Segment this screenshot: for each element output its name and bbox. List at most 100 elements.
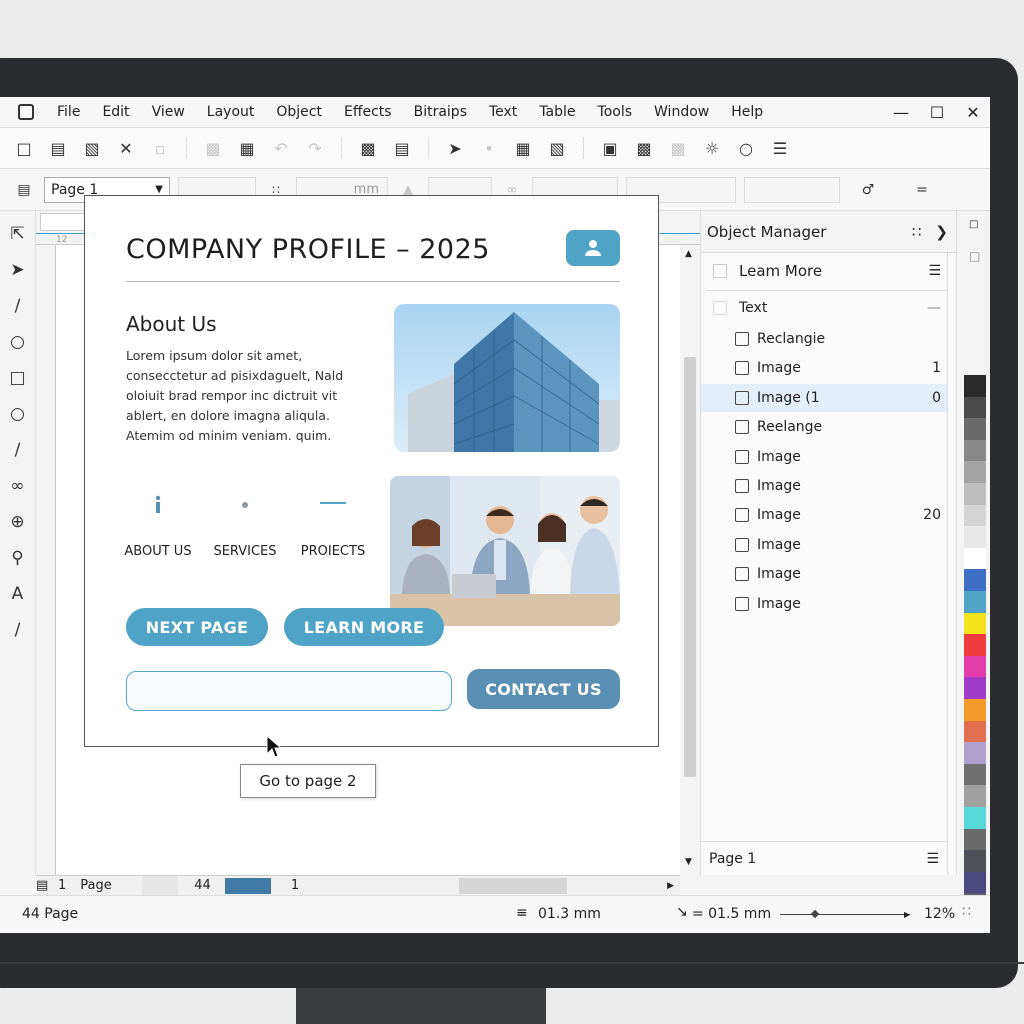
pointer-tool-icon[interactable]: ➤ — [443, 136, 467, 160]
page-tab-current[interactable]: Page — [80, 878, 142, 893]
scroll-right-icon[interactable]: ▶ — [667, 881, 674, 891]
list-icon[interactable]: ☰ — [768, 136, 792, 160]
zoom-level[interactable]: 12% — [924, 906, 955, 922]
chevron-right-icon[interactable]: ❯ — [935, 223, 948, 241]
text-tool-icon[interactable]: A — [5, 581, 31, 607]
palette-swatch[interactable] — [964, 591, 986, 613]
scrollbar-thumb[interactable] — [684, 357, 696, 777]
gender-icon[interactable]: ♂ — [856, 178, 880, 202]
palette-swatch[interactable] — [964, 483, 986, 505]
zoom-slider[interactable]: ▶ — [780, 909, 910, 919]
profile-badge[interactable] — [566, 230, 620, 266]
menu-effects[interactable]: Effects — [333, 104, 403, 120]
about-heading[interactable]: About Us — [126, 312, 217, 336]
about-us-tile[interactable] — [126, 479, 190, 531]
vertical-scrollbar[interactable]: ▲ ▼ — [680, 245, 700, 875]
line-tool-icon[interactable]: ∕ — [5, 617, 31, 643]
object-row[interactable]: Image — [701, 443, 947, 471]
object-row[interactable]: Image — [701, 531, 947, 559]
palette-swatch[interactable] — [964, 547, 986, 570]
layer-menu-icon[interactable]: ☰ — [928, 263, 941, 279]
palette-swatch[interactable] — [964, 850, 986, 873]
learn-more-button[interactable]: LEARN MORE — [284, 608, 444, 646]
scroll-down-icon[interactable]: ▼ — [685, 857, 692, 867]
palette-swatch[interactable] — [964, 569, 986, 592]
object-row[interactable]: Reelange — [701, 413, 947, 441]
menu-help[interactable]: Help — [720, 104, 774, 120]
menu-layout[interactable]: Layout — [196, 104, 266, 120]
object-row[interactable]: Image 20 — [701, 501, 947, 529]
projects-label[interactable]: PROIECTS — [288, 544, 378, 559]
services-label[interactable]: SERVICES — [200, 544, 290, 559]
undo-icon[interactable]: ↶ — [269, 136, 293, 160]
paste-special-icon[interactable]: ▦ — [235, 136, 259, 160]
menu-window[interactable]: Window — [643, 104, 720, 120]
export-icon[interactable]: ▤ — [390, 136, 414, 160]
paste-icon[interactable]: ▩ — [201, 136, 225, 160]
eyedropper-tool-icon[interactable]: ⊕ — [5, 509, 31, 535]
import-icon[interactable]: ▩ — [356, 136, 380, 160]
menu-file[interactable]: File — [46, 104, 91, 120]
palette-swatch[interactable] — [964, 461, 986, 484]
pen-tool-icon[interactable]: ∕ — [5, 437, 31, 463]
ellipse-tool-icon[interactable]: ○ — [5, 329, 31, 355]
menu-view[interactable]: View — [141, 104, 196, 120]
layer-row[interactable]: Leam More ☰ — [701, 257, 947, 285]
zoom-slider-handle[interactable] — [810, 909, 820, 919]
table-icon[interactable]: ▧ — [545, 136, 569, 160]
open-folder-icon[interactable]: ▤ — [46, 136, 70, 160]
palette-swatch[interactable] — [964, 439, 986, 462]
palette-swatch[interactable] — [964, 634, 986, 657]
palette-swatch[interactable] — [964, 742, 986, 765]
newsletter-input[interactable] — [126, 671, 452, 711]
team-photo[interactable] — [390, 476, 620, 626]
settings-icon[interactable]: ☼ — [700, 136, 724, 160]
object-row[interactable]: Image — [701, 560, 947, 588]
object-row[interactable]: Image 1 — [701, 354, 947, 382]
group-icon[interactable]: ▩ — [666, 136, 690, 160]
group-row[interactable]: Text — — [701, 294, 947, 322]
menu-object[interactable]: Object — [265, 104, 333, 120]
palette-swatch[interactable] — [964, 375, 986, 397]
palette-swatch[interactable] — [964, 526, 986, 549]
palette-menu-icon[interactable]: □ — [969, 219, 978, 230]
palette-swatch[interactable] — [964, 655, 986, 678]
palette-swatch[interactable] — [964, 828, 986, 851]
palette-swatch[interactable] — [964, 418, 986, 441]
object-row[interactable]: Image (1 0 — [701, 383, 947, 412]
pick-tool-icon[interactable]: ⇱ — [5, 221, 31, 247]
lock-icon[interactable]: ▩ — [632, 136, 656, 160]
page-layout-icon[interactable]: ▤ — [12, 178, 36, 202]
no-fill-icon[interactable]: □ — [969, 249, 980, 263]
palette-swatch[interactable] — [964, 763, 986, 786]
freehand-tool-icon[interactable]: ∕ — [5, 293, 31, 319]
object-row[interactable]: Reclangie — [701, 325, 947, 353]
page-thumb-bar[interactable] — [224, 877, 271, 894]
footer-menu-icon[interactable]: ☰ — [926, 851, 939, 867]
next-page-button[interactable]: NEXT PAGE — [126, 608, 268, 646]
more-options-icon[interactable]: = — [910, 178, 934, 202]
blend-tool-icon[interactable]: ∞ — [5, 473, 31, 499]
zoom-tool-icon[interactable]: ⚲ — [5, 545, 31, 571]
new-document-icon[interactable]: □ — [12, 136, 36, 160]
copy-icon[interactable]: ▫ — [148, 136, 172, 160]
palette-swatch[interactable] — [964, 699, 986, 721]
palette-swatch[interactable] — [964, 396, 986, 419]
launch-icon[interactable]: ▣ — [598, 136, 622, 160]
building-photo[interactable] — [394, 304, 620, 452]
about-us-label[interactable]: ABOUT US — [113, 544, 203, 559]
horizontal-scrollbar[interactable] — [459, 877, 568, 894]
group-menu-icon[interactable]: — — [927, 300, 941, 316]
palette-swatch[interactable] — [964, 871, 986, 894]
scroll-up-icon[interactable]: ▲ — [685, 249, 692, 259]
menu-edit[interactable]: Edit — [91, 104, 140, 120]
cut-icon[interactable]: ✕ — [114, 136, 138, 160]
page-title[interactable]: COMPANY PROFILE – 2025 — [126, 234, 490, 265]
about-text[interactable]: Lorem ipsum dolor sit amet, consecctetur… — [126, 346, 366, 446]
menu-bitmaps[interactable]: Bitraips — [403, 104, 478, 120]
contact-us-button[interactable]: CONTACT US — [467, 669, 620, 709]
fill-select[interactable] — [744, 176, 840, 203]
palette-swatch[interactable] — [964, 677, 986, 700]
palette-swatch[interactable] — [964, 504, 986, 527]
panel-menu-icon[interactable]: ∷ — [912, 223, 922, 241]
